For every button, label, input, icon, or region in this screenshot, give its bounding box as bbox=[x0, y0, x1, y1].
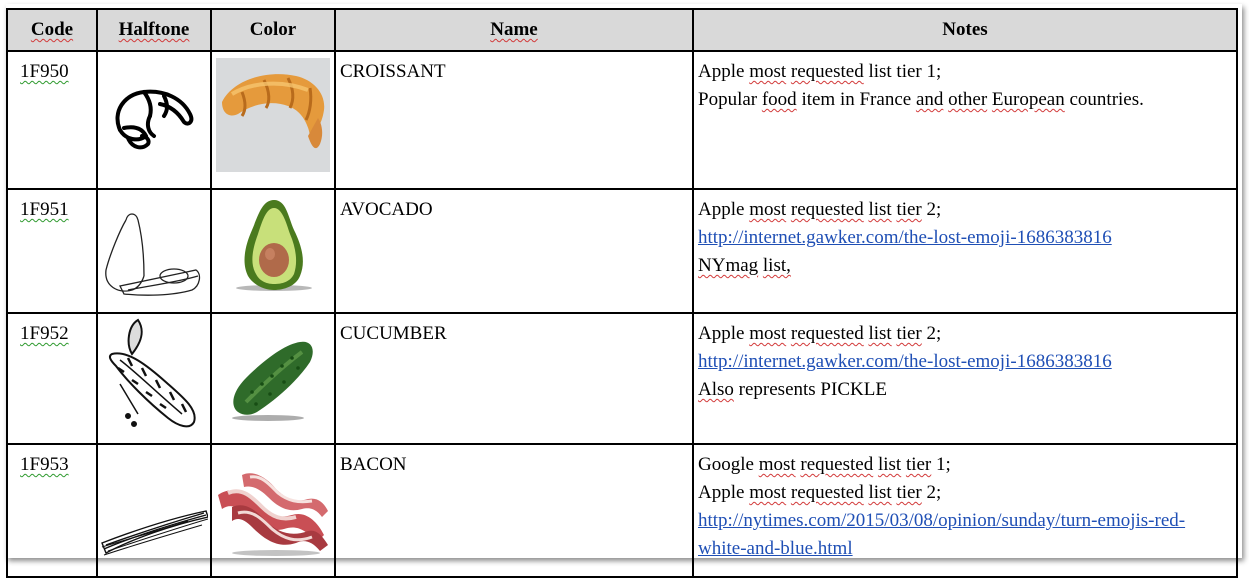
halftone-cell bbox=[96, 188, 212, 314]
table-row: 1F953 BACON Google most requested list t… bbox=[6, 443, 1238, 578]
source-link[interactable]: http://nytimes.com/2015/03/08/opinion/su… bbox=[698, 510, 1185, 559]
note-line: Google most requested list tier 1; bbox=[698, 454, 951, 475]
bacon-outline-icon bbox=[101, 510, 208, 556]
source-link[interactable]: http://internet.gawker.com/the-lost-emoj… bbox=[698, 351, 1112, 372]
note-line: Apple most requested list tier 2; bbox=[698, 199, 942, 220]
color-cell bbox=[210, 188, 336, 314]
notes-cell: Apple most requested list tier 2; http:/… bbox=[692, 312, 1238, 445]
note-line: Apple most requested list tier 2; bbox=[698, 323, 942, 344]
emoji-table: Code Halftone Color Name Notes 1F950 CRO… bbox=[6, 8, 1238, 578]
avocado-color-icon bbox=[236, 200, 312, 291]
note-line: Apple most requested list tier 1; bbox=[698, 61, 942, 82]
notes-cell: Google most requested list tier 1; Apple… bbox=[692, 443, 1238, 578]
note-line: Also represents PICKLE bbox=[698, 379, 887, 400]
note-line[interactable]: http://nytimes.com/2015/03/08/opinion/su… bbox=[698, 507, 1232, 563]
croissant-color-icon bbox=[216, 58, 330, 172]
header-color: Color bbox=[210, 8, 336, 52]
name-cell: CROISSANT bbox=[334, 50, 694, 190]
code-cell: 1F953 bbox=[6, 443, 98, 578]
cucumber-outline-icon bbox=[108, 318, 196, 428]
header-code: Code bbox=[6, 8, 98, 52]
name-cell: CUCUMBER bbox=[334, 312, 694, 445]
header-row: Code Halftone Color Name Notes bbox=[6, 8, 1238, 52]
header-halftone: Halftone bbox=[96, 8, 212, 52]
bacon-color-icon bbox=[218, 473, 328, 556]
name-cell: BACON bbox=[334, 443, 694, 578]
croissant-outline-icon bbox=[115, 89, 194, 150]
source-link[interactable]: http://internet.gawker.com/the-lost-emoj… bbox=[698, 227, 1112, 248]
avocado-outline-icon bbox=[105, 213, 201, 296]
note-line[interactable]: http://internet.gawker.com/the-lost-emoj… bbox=[698, 224, 1232, 252]
note-line: NYmag list, bbox=[698, 255, 791, 276]
cucumber-color-icon bbox=[232, 341, 313, 421]
note-line: Popular food item in France and other Eu… bbox=[698, 89, 1144, 110]
table-row: 1F950 CROISSANT Apple most requested lis… bbox=[6, 50, 1238, 190]
color-cell bbox=[210, 443, 336, 578]
name-cell: AVOCADO bbox=[334, 188, 694, 314]
table-row: 1F952 CUCUMBER Apple most requested list… bbox=[6, 312, 1238, 445]
table-row: 1F951 AVOCADO Apple most requested list … bbox=[6, 188, 1238, 314]
notes-cell: Apple most requested list tier 1; Popula… bbox=[692, 50, 1238, 190]
code-cell: 1F950 bbox=[6, 50, 98, 190]
notes-cell: Apple most requested list tier 2; http:/… bbox=[692, 188, 1238, 314]
header-name: Name bbox=[334, 8, 694, 52]
halftone-cell bbox=[96, 312, 212, 445]
header-notes: Notes bbox=[692, 8, 1238, 52]
code-cell: 1F952 bbox=[6, 312, 98, 445]
note-line: Apple most requested list tier 2; bbox=[698, 482, 942, 503]
halftone-cell bbox=[96, 50, 212, 190]
halftone-cell bbox=[96, 443, 212, 578]
note-line[interactable]: http://internet.gawker.com/the-lost-emoj… bbox=[698, 348, 1232, 376]
code-cell: 1F951 bbox=[6, 188, 98, 314]
color-cell bbox=[210, 50, 336, 190]
color-cell bbox=[210, 312, 336, 445]
